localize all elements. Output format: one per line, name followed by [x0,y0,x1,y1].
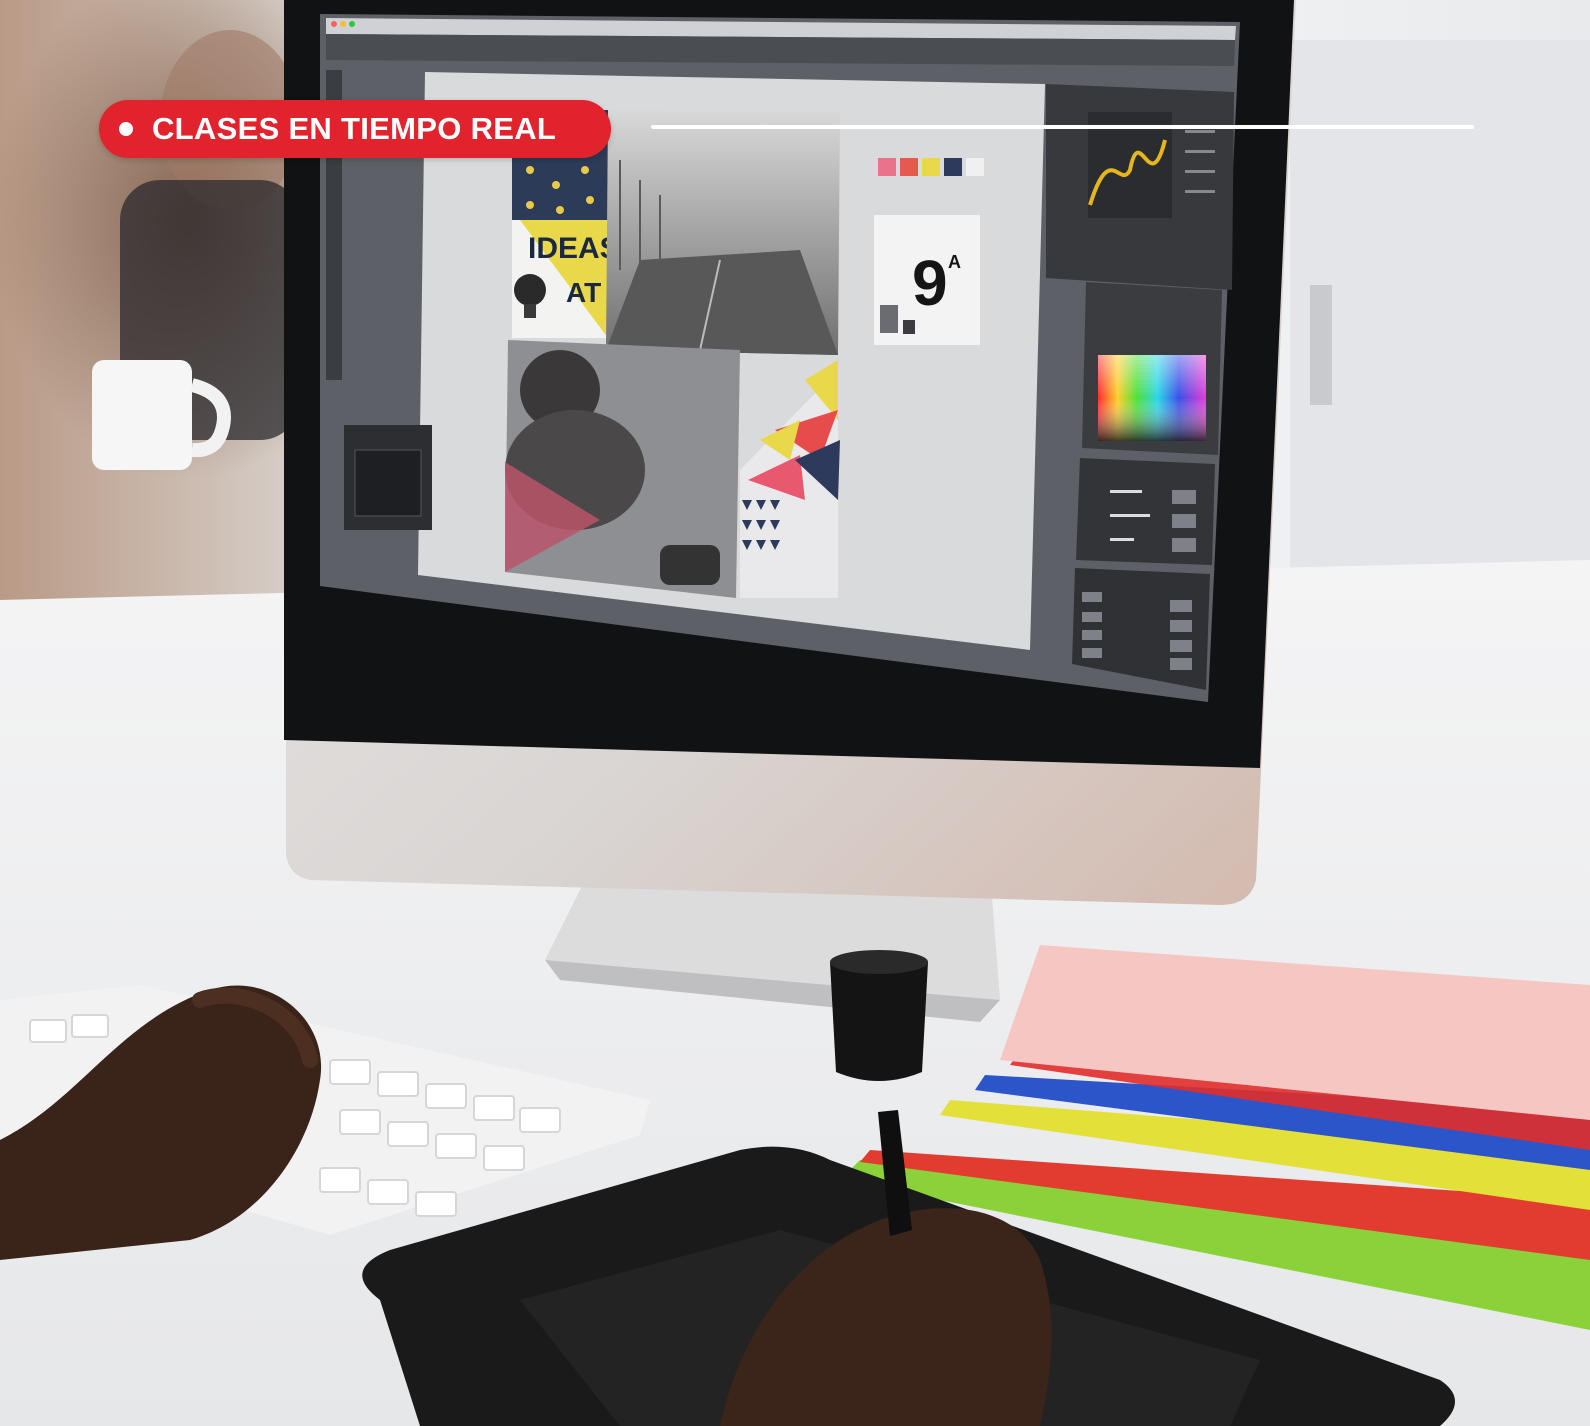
office-scene-illustration: IDEAS AT 9 A [0,0,1590,1426]
poster-number-text: 9 [912,247,948,319]
badge-divider-line [651,125,1474,129]
badge-label: CLASES EN TIEMPO REAL [152,111,557,146]
poster-ideas-text: IDEAS [528,232,620,265]
live-classes-badge: CLASES EN TIEMPO REAL [99,100,611,158]
bullet-dot-icon [119,122,133,136]
hero-photo: IDEAS AT 9 A CLASES EN TIEMPO REAL [0,0,1590,1426]
poster-at-text: AT [566,277,601,308]
poster-superscript-text: A [948,252,961,272]
